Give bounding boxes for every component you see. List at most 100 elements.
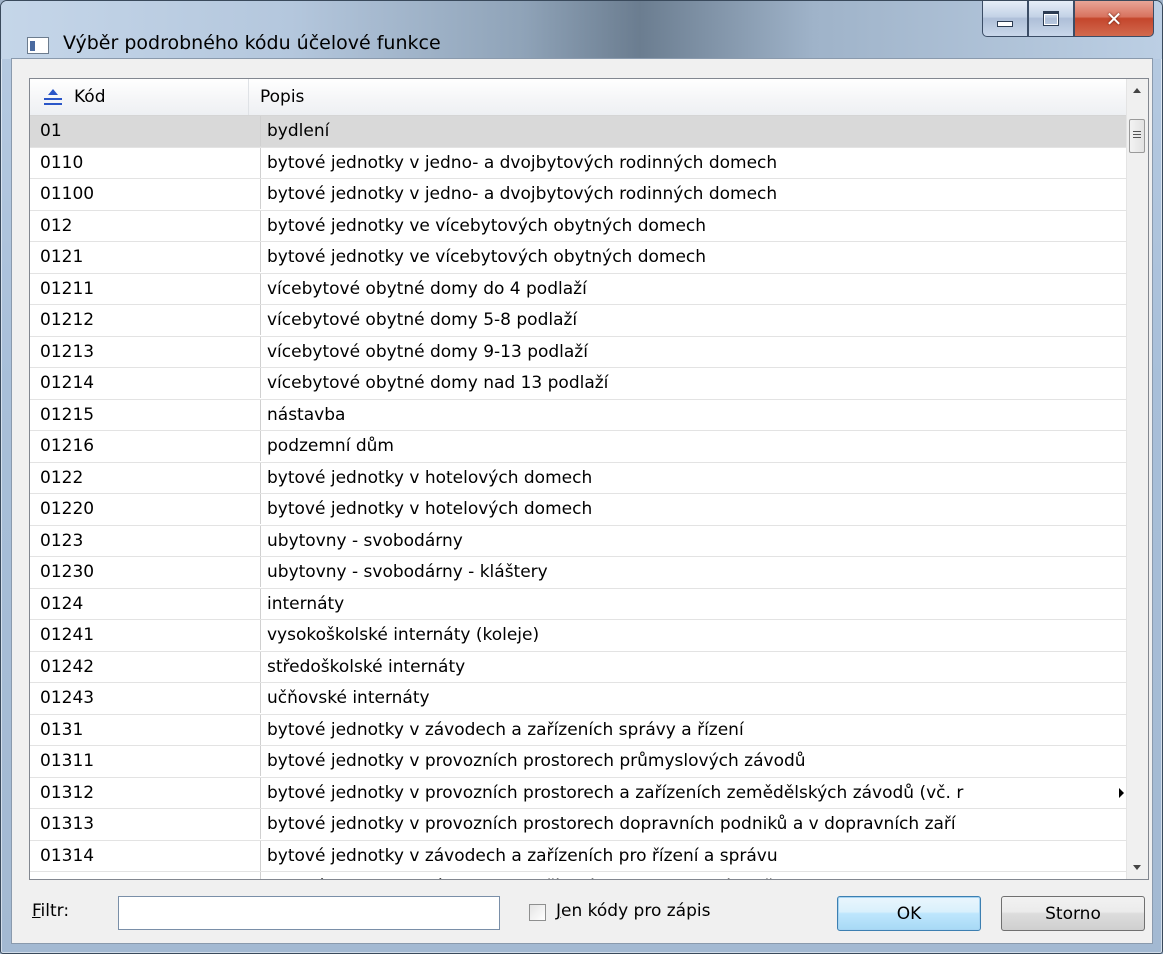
- scroll-down-arrow-icon[interactable]: [1127, 857, 1148, 879]
- cell-description: vícebytové obytné domy nad 13 podlaží: [260, 368, 1110, 398]
- cell-description: bytové jednotky ve vícebytových obytných…: [260, 242, 1110, 272]
- cell-code: 0123: [40, 530, 84, 551]
- table-row[interactable]: 01212 vícebytové obytné domy 5-8 podlaží: [30, 305, 1126, 337]
- cell-description: ubytovny - svobodárny - kláštery: [260, 557, 1110, 587]
- cell-code: 01211: [40, 278, 95, 299]
- cell-description: vícebytové obytné domy do 4 podlaží: [260, 273, 1110, 304]
- table-row[interactable]: 0123 ubytovny - svobodárny: [30, 525, 1126, 557]
- table-row[interactable]: 01230 ubytovny - svobodárny - kláštery: [30, 557, 1126, 589]
- cell-code: 01: [40, 121, 62, 141]
- vertical-scrollbar[interactable]: [1126, 79, 1148, 879]
- cell-description: vysokoškolské internáty (koleje): [260, 620, 1110, 650]
- cell-description: bytové jednotky v provozních prostorech …: [260, 777, 1110, 808]
- cell-code: 0122: [40, 467, 84, 488]
- maximize-button[interactable]: [1028, 1, 1074, 37]
- table-row[interactable]: 0122 bytové jednotky v hotelových domech: [30, 462, 1126, 494]
- cell-code: 01216: [40, 436, 95, 456]
- table-row[interactable]: 01315 bytové jednotky v závodech a zaříze…: [30, 872, 1126, 879]
- app-window-icon[interactable]: [27, 37, 49, 54]
- cell-code: 01220: [40, 499, 95, 519]
- column-header-code[interactable]: Kód: [30, 79, 249, 115]
- table-row[interactable]: 01 bydlení: [30, 116, 1126, 148]
- filter-label: Filtr:: [32, 901, 69, 921]
- cell-description: vícebytové obytné domy 9-13 podlaží: [260, 336, 1110, 367]
- only-writable-codes-text: en kódy pro zápis: [561, 901, 711, 921]
- cell-code: 0131: [40, 719, 84, 740]
- table-row[interactable]: 01243 učňovské internáty: [30, 683, 1126, 715]
- cell-description: vícebytové obytné domy 5-8 podlaží: [260, 305, 1110, 335]
- table-row[interactable]: 01311 bytové jednotky v provozních prosto…: [30, 746, 1126, 778]
- cell-description: bytové jednotky v provozních prostorech …: [260, 746, 1110, 776]
- cell-code: 01230: [40, 562, 95, 582]
- cell-description: bytové jednotky v závodech a zařízeních …: [260, 714, 1110, 745]
- filter-label-text: iltr:: [40, 901, 70, 921]
- minimize-button[interactable]: [982, 1, 1028, 37]
- only-writable-codes-checkbox[interactable]: [529, 904, 546, 921]
- cell-description: internáty: [260, 588, 1110, 619]
- title-bar[interactable]: Výběr podrobného kódu účelové funkce ✕: [1, 1, 1162, 59]
- cell-description: nástavba: [260, 399, 1110, 430]
- close-icon: ✕: [1105, 6, 1123, 31]
- cell-code: 01311: [40, 751, 95, 771]
- table-row[interactable]: 0110 bytové jednotky v jedno- a dvojbytov…: [30, 147, 1126, 179]
- truncation-arrow-icon: [1119, 787, 1124, 798]
- cell-code: 01213: [40, 341, 95, 362]
- cell-code: 01100: [40, 184, 95, 204]
- table-row[interactable]: 012 bytové jednotky ve vícebytových obytn…: [30, 210, 1126, 242]
- table-row[interactable]: 01313 bytové jednotky v provozních prosto…: [30, 809, 1126, 841]
- cell-description: bytové jednotky v závodech a zařízeních …: [260, 840, 1110, 871]
- filter-label-accelerator: F: [32, 901, 41, 921]
- table-row[interactable]: 01312 bytové jednotky v provozních prosto…: [30, 777, 1126, 809]
- cell-code: 01314: [40, 845, 95, 866]
- table-row[interactable]: 01214 vícebytové obytné domy nad 13 podla…: [30, 368, 1126, 400]
- table-row[interactable]: 01242 středoškolské internáty: [30, 651, 1126, 683]
- table-row[interactable]: 01241 vysokoškolské internáty (koleje): [30, 620, 1126, 652]
- caption-buttons: ✕: [982, 1, 1154, 41]
- cell-description: středoškolské internáty: [260, 651, 1110, 682]
- cell-description: bytové jednotky v provozních prostorech …: [260, 809, 1110, 839]
- cell-code: 012: [40, 215, 73, 236]
- scrollbar-thumb[interactable]: [1129, 119, 1145, 153]
- cell-description: podzemní dům: [260, 431, 1110, 461]
- cancel-button[interactable]: Storno: [1001, 896, 1145, 931]
- cell-description: bytové jednotky v hotelových domech: [260, 494, 1110, 524]
- cell-code: 01312: [40, 782, 95, 803]
- cell-code: 01313: [40, 814, 95, 834]
- table-row[interactable]: 0121 bytové jednotky ve vícebytových obyt…: [30, 242, 1126, 274]
- ok-button[interactable]: OK: [837, 896, 981, 931]
- window-title: Výběr podrobného kódu účelové funkce: [63, 32, 441, 54]
- scroll-up-arrow-icon[interactable]: [1127, 79, 1148, 101]
- column-header-description[interactable]: Popis: [250, 79, 1126, 115]
- table-row[interactable]: 01215 nástavba: [30, 399, 1126, 431]
- cell-code: 01315: [40, 872, 245, 879]
- table-row[interactable]: 01220 bytové jednotky v hotelových domech: [30, 494, 1126, 526]
- table-row[interactable]: 01213 vícebytové obytné domy 9-13 podlaží: [30, 336, 1126, 368]
- only-writable-codes-label[interactable]: Jen kódy pro zápis: [556, 901, 710, 921]
- dialog-client-area: Kód Popis 01 bydlení 0110 bytové jednotky v…: [11, 58, 1153, 944]
- table-row[interactable]: 01314 bytové jednotky v závodech a zaříze…: [30, 840, 1126, 872]
- cell-description: ubytovny - svobodárny: [260, 525, 1110, 556]
- cell-code: 0121: [40, 247, 84, 267]
- filter-input[interactable]: [118, 896, 500, 930]
- cell-description: bytové jednotky v jedno- a dvojbytových …: [260, 147, 1110, 178]
- dialog-window: Výběr podrobného kódu účelové funkce ✕ K…: [0, 0, 1163, 954]
- cell-description: bydlení: [260, 116, 1110, 146]
- table-row[interactable]: 01211 vícebytové obytné domy do 4 podlaží: [30, 273, 1126, 305]
- cell-description: bytové jednotky v hotelových domech: [260, 462, 1110, 493]
- column-header-description-label: Popis: [260, 87, 305, 107]
- maximize-icon: [1043, 11, 1059, 26]
- codes-grid[interactable]: Kód Popis 01 bydlení 0110 bytové jednotky v…: [29, 78, 1149, 880]
- cell-code: 0110: [40, 152, 84, 173]
- minimize-icon: [997, 20, 1013, 27]
- cell-code: 0124: [40, 593, 84, 614]
- table-row[interactable]: 01216 podzemní dům: [30, 431, 1126, 463]
- cell-description: bytové jednotky v závodech a zařízeních …: [260, 872, 1110, 879]
- table-row[interactable]: 0131 bytové jednotky v závodech a zařízen…: [30, 714, 1126, 746]
- cell-code: 01214: [40, 373, 95, 393]
- table-row[interactable]: 0124 internáty: [30, 588, 1126, 620]
- column-header-code-label: Kód: [74, 87, 106, 107]
- close-button[interactable]: ✕: [1074, 1, 1154, 37]
- table-row[interactable]: 01100 bytové jednotky v jedno- a dvojbyto…: [30, 179, 1126, 211]
- cell-description: bytové jednotky v jedno- a dvojbytových …: [260, 179, 1110, 209]
- grid-header: Kód Popis: [30, 79, 1126, 116]
